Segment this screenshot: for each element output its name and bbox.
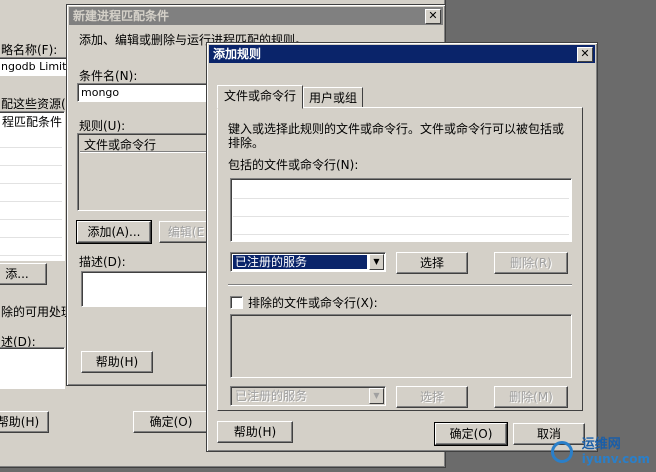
rules-list[interactable]: 文件或命令行 [77,133,211,211]
add-rule-dialog: 添加规则 ✕ 文件或命令行 用户或组 键入或选择此规则的文件或命令行。文件或命令… [206,42,598,452]
exclude-list[interactable] [230,314,572,378]
list-item [0,130,62,148]
logo-icon [551,441,574,463]
close-icon[interactable]: ✕ [425,9,441,24]
window-title: 新建进程匹配条件 [73,9,170,23]
list-item [0,202,62,220]
exclude-service-combo[interactable]: 已注册的服务 ▼ [230,386,386,406]
list-item [0,238,62,256]
intro-line-2: 排除。 [228,136,265,150]
ok-button[interactable]: 确定(O) [434,422,508,446]
ok-button[interactable]: 确定(O) [133,411,209,433]
edit-rule-button[interactable]: 编辑(E [159,221,213,243]
title-bar[interactable]: 添加规则 ✕ [209,45,595,63]
description-label: 描述(D): [79,255,126,269]
exclude-label: 排除的文件或命令行(X): [248,296,378,310]
conditions-list[interactable]: 程匹配条件 [0,111,65,261]
dialog-title: 添加规则 [213,47,262,61]
select-button-exclude[interactable]: 选择 [396,386,468,408]
resources-label: 配这些资源(I [1,97,70,111]
combo-value: 已注册的服务 [233,255,367,269]
chevron-down-icon[interactable]: ▼ [369,388,384,404]
include-list[interactable] [230,178,572,242]
list-item [233,181,569,199]
list-item [0,148,62,166]
close-icon[interactable]: ✕ [577,47,593,62]
help-button[interactable]: 帮助(H) [217,421,293,443]
divider [228,284,572,286]
list-item [233,199,569,217]
tab-user-or-group[interactable]: 用户或组 [303,87,363,109]
help-button[interactable]: 帮助(H) [81,351,153,373]
condition-name-label: 条件名(N): [79,69,138,83]
add-condition-button[interactable]: 添... [0,263,47,285]
delete-button-exclude[interactable]: 删除(M) [494,386,568,408]
list-item [0,220,62,238]
policy-name-label: 略名称(F): [1,43,58,57]
list-item [0,166,62,184]
include-service-combo[interactable]: 已注册的服务 ▼ [230,252,386,272]
combo-value: 已注册的服务 [235,389,308,403]
description-box[interactable] [0,347,65,389]
delete-button[interactable]: 删除(R) [494,252,568,274]
watermark-brand: 运维网 [581,437,621,452]
exclude-checkbox[interactable] [230,296,243,309]
handlers-label: 除的可用处理 [1,305,74,319]
include-label: 包括的文件或命令行(N): [228,158,359,172]
watermark: 运维网 iyunv.com [551,438,650,466]
select-button[interactable]: 选择 [396,252,468,274]
title-bar[interactable]: 新建进程匹配条件 ✕ [69,7,443,25]
chevron-down-icon[interactable]: ▼ [369,254,384,270]
list-item [0,184,62,202]
divider [80,151,208,153]
tab-file-or-command[interactable]: 文件或命令行 [217,85,303,109]
rules-label: 规则(U): [79,119,126,133]
intro-line-1: 键入或选择此规则的文件或命令行。文件或命令行可以被包括或 [228,122,565,136]
help-button[interactable]: 帮助(H) [0,411,49,433]
policy-name-input[interactable]: ngodb Limit [0,57,68,76]
description-box[interactable] [81,271,207,307]
add-rule-button[interactable]: 添加(A)... [76,220,152,244]
watermark-url: iyunv.com [581,452,650,466]
list-item [233,217,569,235]
condition-name-input[interactable]: mongo [77,83,210,102]
tab-panel: 键入或选择此规则的文件或命令行。文件或命令行可以被包括或 排除。 包括的文件或命… [217,107,583,411]
conditions-header: 程匹配条件 [2,115,63,129]
